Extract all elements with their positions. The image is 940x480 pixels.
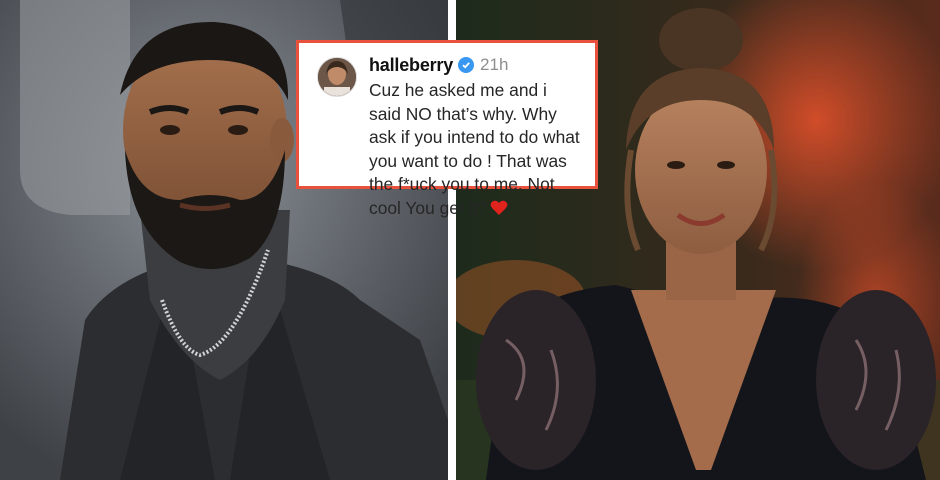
verified-badge-icon bbox=[458, 57, 475, 73]
comment-timestamp: 21h bbox=[480, 55, 509, 74]
comment-body: Cuz he asked me and i said NO that’s why… bbox=[369, 79, 583, 220]
username[interactable]: halleberry bbox=[369, 55, 453, 76]
avatar-image bbox=[318, 58, 356, 96]
comment-text: Cuz he asked me and i said NO that’s why… bbox=[369, 80, 580, 218]
comment-header: halleberry 21h bbox=[369, 53, 583, 77]
instagram-comment-card: halleberry 21h Cuz he asked me and i sai… bbox=[296, 40, 598, 218]
avatar[interactable] bbox=[317, 57, 357, 97]
red-heart-icon bbox=[490, 199, 508, 215]
